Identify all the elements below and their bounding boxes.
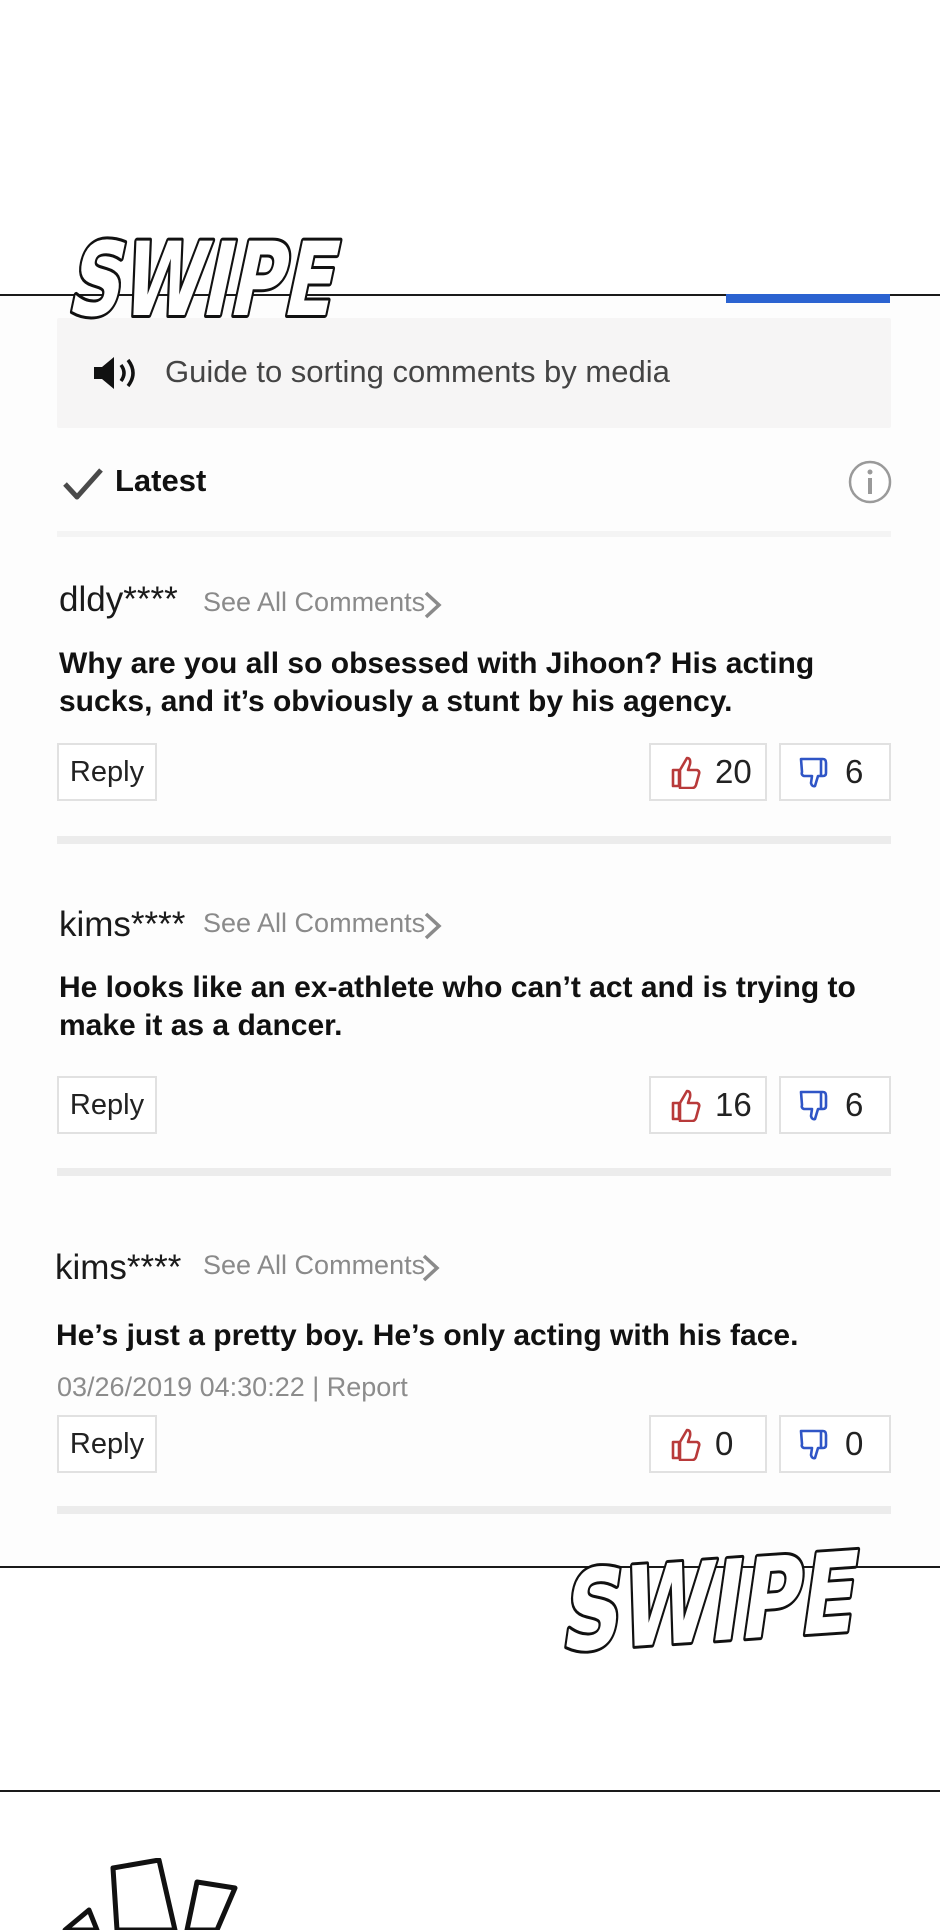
see-all-comments-link[interactable]: See All Comments (203, 587, 425, 618)
action-lines-doodle (62, 1858, 238, 1930)
reply-button[interactable]: Reply (57, 743, 157, 801)
comment-username[interactable]: kims**** (59, 905, 185, 945)
like-count: 16 (715, 1086, 752, 1123)
checkmark-icon (63, 468, 103, 500)
reply-button[interactable]: Reply (57, 1415, 157, 1473)
comment-text: Why are you all so obsessed with Jihoon?… (59, 647, 815, 718)
swipe-sfx-bottom: SWIPE (553, 1524, 871, 1662)
like-button[interactable]: 0 (649, 1415, 767, 1473)
meta-divider: | (312, 1372, 327, 1402)
panel-border-lower (0, 1790, 940, 1792)
thumbs-up-icon (671, 1428, 701, 1461)
swipe-sfx-top-text: SWIPE (60, 221, 348, 340)
reply-button[interactable]: Reply (57, 1076, 157, 1134)
thumbs-down-icon (799, 1090, 828, 1121)
thumbs-down-icon (799, 1429, 828, 1460)
comment-username[interactable]: kims**** (55, 1248, 181, 1288)
dislike-button[interactable]: 0 (779, 1415, 891, 1473)
comment-username[interactable]: dldy**** (59, 580, 178, 620)
thumbs-up-icon (671, 1089, 701, 1122)
comment-separator (57, 836, 891, 844)
info-icon[interactable] (848, 460, 892, 504)
divider (57, 531, 891, 537)
chevron-right-icon (424, 591, 442, 619)
guide-text[interactable]: Guide to sorting comments by media (165, 354, 670, 390)
comment-timestamp: 03/26/2019 04:30:22 (57, 1372, 305, 1402)
see-all-comments-link[interactable]: See All Comments (203, 1250, 425, 1281)
like-button[interactable]: 20 (649, 743, 767, 801)
see-all-comments-link[interactable]: See All Comments (203, 908, 425, 939)
like-count: 20 (715, 753, 752, 790)
comment-meta: 03/26/2019 04:30:22 | Report (57, 1372, 408, 1403)
like-button[interactable]: 16 (649, 1076, 767, 1134)
swipe-sfx-bottom-text: SWIPE (556, 1527, 868, 1662)
speaker-icon (94, 357, 135, 389)
chevron-right-icon (422, 1254, 440, 1282)
comment-text: He’s just a pretty boy. He’s only acting… (56, 1319, 799, 1352)
chevron-right-icon (424, 912, 442, 940)
dislike-count: 0 (845, 1425, 864, 1462)
sort-latest-label[interactable]: Latest (115, 463, 206, 499)
thumbs-up-icon (671, 756, 701, 789)
active-tab-indicator (726, 294, 890, 303)
comment-text: He looks like an ex-athlete who can’t ac… (59, 971, 856, 1042)
dislike-count: 6 (845, 1086, 864, 1123)
thumbs-down-icon (799, 757, 828, 788)
comment-separator (57, 1168, 891, 1176)
dislike-button[interactable]: 6 (779, 1076, 891, 1134)
dislike-count: 6 (845, 753, 864, 790)
like-count: 0 (715, 1425, 734, 1462)
dislike-button[interactable]: 6 (779, 743, 891, 801)
swipe-sfx-top: SWIPE (57, 218, 348, 340)
report-link[interactable]: Report (327, 1372, 408, 1402)
